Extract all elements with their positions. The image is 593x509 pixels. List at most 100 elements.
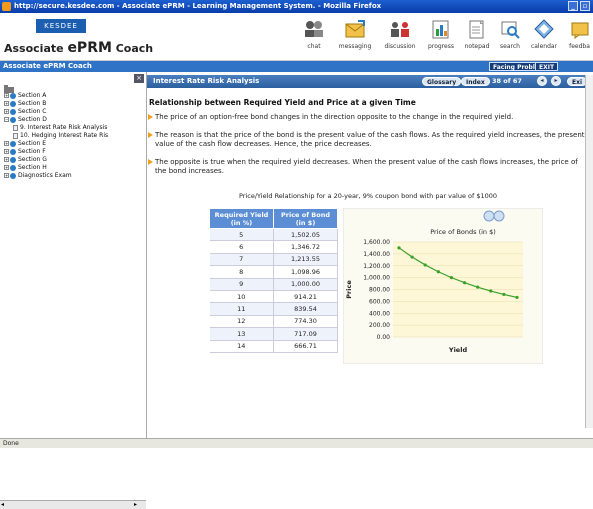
tree-item[interactable]: + Diagnostics Exam (4, 172, 108, 180)
y-tick-label: 1,000.00 (363, 275, 390, 282)
table-row: 11 839.54 (209, 302, 338, 316)
content-vertical-scrollbar[interactable] (585, 75, 593, 428)
expand-toggle-icon[interactable]: + (4, 101, 9, 106)
nav-discussion-label: discussion (384, 43, 416, 50)
price-data-point (515, 295, 519, 300)
paragraph-2: The reason is that the price of the bond… (148, 131, 585, 149)
table-row: 14 666.71 (209, 340, 338, 353)
expand-toggle-icon[interactable]: + (4, 157, 9, 162)
yield-cell: 10 (209, 290, 274, 304)
tree-item-label: Section A (18, 92, 47, 99)
section-globe-icon (10, 108, 16, 115)
paragraph-3: The opposite is true when the required y… (148, 158, 585, 176)
scroll-left-icon[interactable]: ◂ (1, 501, 4, 508)
index-button[interactable]: Index (461, 77, 490, 86)
price-cell: 1,502.05 (273, 228, 338, 242)
table-row: 5 1,502.05 (209, 228, 338, 242)
nav-notepad[interactable]: notepad (462, 17, 492, 57)
tree-item[interactable]: + Section A (4, 92, 108, 100)
expand-toggle-icon[interactable]: + (4, 141, 9, 146)
next-page-icon[interactable]: ▸ (551, 76, 561, 86)
expand-toggle-icon[interactable]: + (4, 149, 9, 154)
previous-page-icon[interactable]: ◂ (537, 76, 547, 86)
tree-horizontal-scrollbar[interactable]: ◂ ▸ (0, 500, 146, 509)
bullet-arrow-icon (148, 114, 153, 120)
notepad-icon (466, 19, 488, 39)
status-text: Done (3, 440, 19, 447)
exit-button[interactable]: EXIT (535, 62, 559, 71)
scroll-right-icon[interactable]: ▸ (134, 501, 137, 508)
nav-discussion[interactable]: discussion (380, 17, 420, 57)
nav-feedback[interactable]: feedba (566, 17, 593, 57)
paragraph-3-text: The opposite is true when the required y… (155, 158, 578, 175)
tree-item[interactable]: + Section B (4, 100, 108, 108)
tree-item[interactable]: 10. Hedging Interest Rate Ris (4, 132, 108, 140)
tree-item[interactable]: 9. Interest Rate Risk Analysis (4, 124, 108, 132)
tree-item[interactable]: + Section G (4, 156, 108, 164)
price-cell: 1,000.00 (273, 278, 338, 291)
yield-cell: 12 (209, 315, 274, 329)
brand-prefix: Associate (4, 42, 68, 55)
tree-item-label: Section H (18, 164, 47, 171)
tree-item-label: Section E (18, 140, 46, 147)
course-tree-pane: × + Section A + Section B + Section C − Section… (0, 72, 147, 509)
y-tick-label: 0.00 (377, 334, 391, 341)
minimize-button[interactable]: _ (568, 1, 578, 11)
yield-cell: 5 (209, 228, 274, 242)
price-cell: 666.71 (273, 340, 338, 353)
table-header-price: Price of Bond (in $) (273, 208, 338, 229)
section-globe-icon (10, 140, 16, 147)
course-tree: + Section A + Section B + Section C − Section D… (4, 92, 108, 180)
nav-search-label: search (500, 43, 520, 50)
window-titlebar: http://secure.kesdee.com - Associate ePR… (0, 0, 593, 13)
nav-chat-label: chat (307, 43, 321, 50)
tree-item[interactable]: + Section H (4, 164, 108, 172)
expand-toggle-icon[interactable]: + (4, 93, 9, 98)
paragraph-2-text: The reason is that the price of the bond… (155, 131, 585, 148)
bullet-arrow-icon (148, 159, 153, 165)
document-icon (13, 124, 18, 131)
table-row: 13 717.09 (209, 327, 338, 341)
nav-notepad-label: notepad (464, 43, 490, 50)
nav-progress[interactable]: progress (424, 17, 458, 57)
section-globe-icon (10, 100, 16, 107)
kesdee-logo: KESDEE (36, 19, 86, 33)
price-data-point (489, 289, 493, 293)
nav-search[interactable]: search (496, 17, 524, 57)
yield-cell: 7 (209, 253, 274, 267)
table-header-yield: Required Yield (in %) (209, 208, 274, 229)
table-row: 10 914.21 (209, 290, 338, 304)
table-row: 12 774.30 (209, 315, 338, 329)
expand-toggle-icon[interactable]: + (4, 173, 9, 178)
nav-progress-label: progress (428, 43, 454, 50)
tree-item[interactable]: + Section C (4, 108, 108, 116)
brand-suffix: Coach (111, 42, 154, 55)
tree-item[interactable]: − Section D (4, 116, 108, 124)
price-cell: 717.09 (273, 327, 338, 341)
chart-title: Price of Bonds (in $) (430, 228, 496, 236)
lesson-header: Interest Rate Risk Analysis Glossary Ind… (147, 75, 593, 88)
nav-feedback-label: feedba (569, 43, 590, 50)
close-pane-icon[interactable]: × (134, 74, 144, 83)
lesson-title: Interest Rate Risk Analysis (153, 77, 260, 85)
page-counter: 38 of 67 (492, 77, 522, 85)
brand-prm: ePRM (67, 40, 112, 56)
search-icon (499, 19, 521, 39)
table-row: 9 1,000.00 (209, 278, 338, 291)
expand-toggle-icon[interactable]: + (4, 165, 9, 170)
yield-price-table: Required Yield (in %) Price of Bond (in … (209, 208, 338, 353)
expand-toggle-icon[interactable]: − (4, 117, 9, 122)
nav-messaging[interactable]: messaging (336, 17, 374, 57)
y-tick-label: 1,600.00 (363, 239, 390, 246)
price-data-point (423, 263, 427, 267)
expand-toggle-icon[interactable]: + (4, 109, 9, 114)
tree-item[interactable]: + Section F (4, 148, 108, 156)
section-globe-icon (10, 156, 16, 163)
tree-item[interactable]: + Section E (4, 140, 108, 148)
nav-calendar[interactable]: calendar (526, 17, 562, 57)
nav-chat[interactable]: chat (300, 17, 328, 57)
price-data-point (502, 292, 506, 297)
chart-caption: Price/Yield Relationship for a 20-year, … (238, 192, 498, 200)
maximize-button[interactable]: ▫ (580, 1, 590, 11)
glossary-button[interactable]: Glossary (422, 77, 462, 86)
